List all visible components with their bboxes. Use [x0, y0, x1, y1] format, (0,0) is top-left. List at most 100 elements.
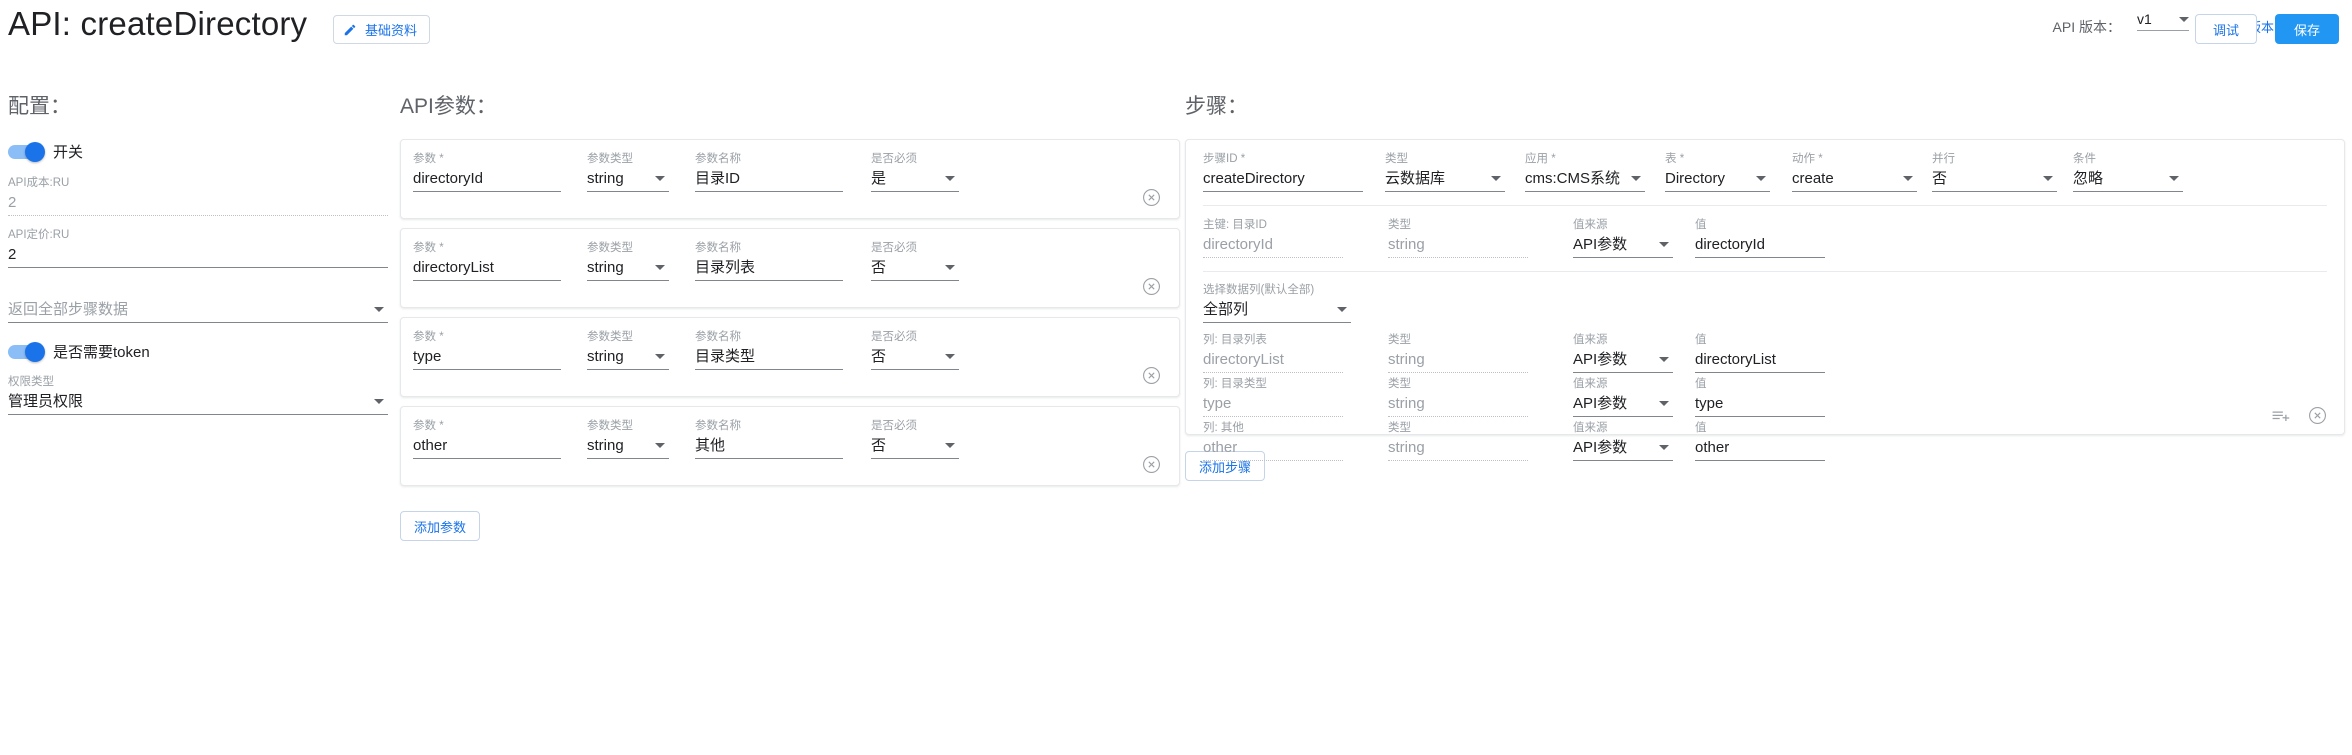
step-type-value: 云数据库 [1385, 169, 1446, 187]
chevron-down-icon [1659, 445, 1669, 450]
primary-key-column-key-field: 主键: 目录ID directoryId [1203, 218, 1343, 258]
chevron-down-icon [1659, 242, 1669, 247]
column-mapping: 列: 其他 other 类型 string 值来源 API参数 值 other [1203, 421, 2327, 461]
enable-switch[interactable] [8, 141, 45, 162]
column-column-key-value-wrap: type [1203, 391, 1343, 417]
step-id-field[interactable]: 步骤ID * createDirectory [1203, 152, 1363, 192]
parameter-name-field[interactable]: 参数 * directoryId [413, 152, 561, 192]
step-type-select[interactable]: 类型 云数据库 [1385, 152, 1505, 192]
parameter-required-field[interactable]: 是否必须否 [871, 419, 959, 459]
parameter-name-value-wrap: type [413, 344, 561, 370]
add-parameter-button[interactable]: 添加参数 [400, 511, 481, 541]
column-value-value-wrap: other [1695, 435, 1825, 461]
parameter-type-field[interactable]: 参数类型 string [587, 330, 669, 370]
return-data-select[interactable]: 返回全部步骤数据 [8, 297, 388, 323]
column-column-type-field: 类型 string [1388, 421, 1528, 461]
parameter-type-field[interactable]: 参数类型 string [587, 241, 669, 281]
column-column-type-label: 类型 [1388, 422, 1411, 434]
parameter-required-field[interactable]: 是否必须是 [871, 152, 959, 192]
column-value-source-value-wrap: API参数 [1573, 391, 1673, 417]
token-switch-row: 是否需要token [8, 341, 388, 362]
parameter-name-field[interactable]: 参数 * directoryList [413, 241, 561, 281]
step-card: 步骤ID * createDirectory 类型 云数据库 应用 * cms:… [1185, 139, 2345, 461]
page-header: API: createDirectory 基础资料 API 版本： v1 + 创… [0, 0, 2352, 58]
parameter-name-label: 参数 * [413, 153, 444, 165]
parameter-name-field[interactable]: 参数 * type [413, 330, 561, 370]
parameter-required-label: 是否必须 [871, 153, 917, 165]
delete-parameter-icon[interactable] [1142, 455, 1161, 474]
columns-select-label: 选择数据列(默认全部) [1203, 284, 1315, 296]
parameter-type-field[interactable]: 参数类型 string [587, 152, 669, 192]
parameter-required-value-wrap: 是 [871, 166, 959, 192]
parameter-display-value: 目录列表 [695, 258, 756, 276]
parameter-required-field[interactable]: 是否必须否 [871, 241, 959, 281]
step-parallel-select[interactable]: 并行 否 [1932, 152, 2057, 192]
token-switch[interactable] [8, 341, 45, 362]
return-data-value: 返回全部步骤数据 [8, 300, 129, 318]
column-column-key-field: 列: 其他 other [1203, 421, 1343, 461]
delete-parameter-icon[interactable] [1142, 277, 1161, 296]
parameter-display-label: 参数名称 [695, 331, 741, 343]
column-value-field[interactable]: 值 type [1695, 377, 1825, 417]
primary-key-value-source-field[interactable]: 值来源 API参数 [1573, 218, 1673, 258]
column-mapping: 列: 目录类型 type 类型 string 值来源 API参数 值 type [1203, 377, 2327, 417]
step-action-select[interactable]: 动作 * create [1792, 152, 1917, 192]
columns-select[interactable]: 选择数据列(默认全部) 全部列 [1203, 283, 1351, 323]
parameter-display-field[interactable]: 参数名称 其他 [695, 419, 843, 459]
parameter-type-label: 参数类型 [587, 420, 633, 432]
column-row: 列: 目录类型 type 类型 string 值来源 API参数 值 type [1203, 377, 2327, 417]
step-condition-select[interactable]: 条件 忽略 [2073, 152, 2183, 192]
step-action-label: 动作 * [1792, 153, 1823, 165]
primary-key-column-key-value-wrap: directoryId [1203, 232, 1343, 258]
parameter-required-value: 否 [871, 258, 887, 276]
chevron-down-icon [1659, 401, 1669, 406]
parameter-name-field[interactable]: 参数 * other [413, 419, 561, 459]
parameter-display-value: 目录ID [695, 169, 741, 187]
step-app-select[interactable]: 应用 * cms:CMS系统 [1525, 152, 1645, 192]
columns-select-value: 全部列 [1203, 300, 1249, 318]
column-value-label: 值 [1695, 422, 1707, 434]
api-cost-label: API成本:RU [8, 177, 70, 189]
parameter-required-label: 是否必须 [871, 242, 917, 254]
parameter-display-field[interactable]: 参数名称 目录列表 [695, 241, 843, 281]
delete-step-icon[interactable] [2308, 406, 2327, 425]
delete-parameter-icon[interactable] [1142, 188, 1161, 207]
parameter-required-field[interactable]: 是否必须否 [871, 330, 959, 370]
debug-button[interactable]: 调试 [2195, 14, 2258, 44]
chevron-down-icon [1491, 176, 1501, 181]
basic-info-button[interactable]: 基础资料 [333, 15, 431, 44]
page-title: API: createDirectory [8, 5, 308, 42]
api-cost-field[interactable]: API成本:RU 2 [8, 176, 388, 216]
add-row-icon[interactable] [2271, 406, 2290, 425]
primary-key-value-field[interactable]: 值 directoryId [1695, 218, 1825, 258]
column-value-source-field[interactable]: 值来源 API参数 [1573, 333, 1673, 373]
auth-type-select[interactable]: 权限类型 管理员权限 [8, 375, 388, 415]
chevron-down-icon [1337, 307, 1347, 312]
parameter-type-label: 参数类型 [587, 153, 633, 165]
column-value-field[interactable]: 值 directoryList [1695, 333, 1825, 373]
step-table-select[interactable]: 表 * Directory [1665, 152, 1770, 192]
parameter-display-label: 参数名称 [695, 153, 741, 165]
parameter-name-value: directoryList [413, 258, 494, 276]
column-value-source-field[interactable]: 值来源 API参数 [1573, 421, 1673, 461]
column-value-source-field[interactable]: 值来源 API参数 [1573, 377, 1673, 417]
parameter-type-field[interactable]: 参数类型 string [587, 419, 669, 459]
parameter-type-label: 参数类型 [587, 242, 633, 254]
parameter-required-value-wrap: 否 [871, 344, 959, 370]
save-button[interactable]: 保存 [2275, 14, 2340, 44]
api-version-select[interactable]: v1 [2137, 11, 2189, 31]
parameter-required-value-wrap: 否 [871, 433, 959, 459]
parameter-required-label: 是否必须 [871, 331, 917, 343]
step-app-value: cms:CMS系统 [1525, 169, 1620, 187]
parameter-display-field[interactable]: 参数名称目录ID [695, 152, 843, 192]
column-value-value-wrap: type [1695, 391, 1825, 417]
parameter-name-value-wrap: other [413, 433, 561, 459]
api-price-field[interactable]: API定价:RU 2 [8, 228, 388, 268]
primary-key-value-source-value-wrap: API参数 [1573, 232, 1673, 258]
parameter-display-field[interactable]: 参数名称 目录类型 [695, 330, 843, 370]
primary-key-row: 主键: 目录ID directoryId 类型 string 值来源 API参数 值 dire… [1203, 218, 1825, 258]
column-value-field[interactable]: 值 other [1695, 421, 1825, 461]
step-parallel-label: 并行 [1932, 153, 1955, 165]
column-value-label: 值 [1695, 378, 1707, 390]
delete-parameter-icon[interactable] [1142, 366, 1161, 385]
